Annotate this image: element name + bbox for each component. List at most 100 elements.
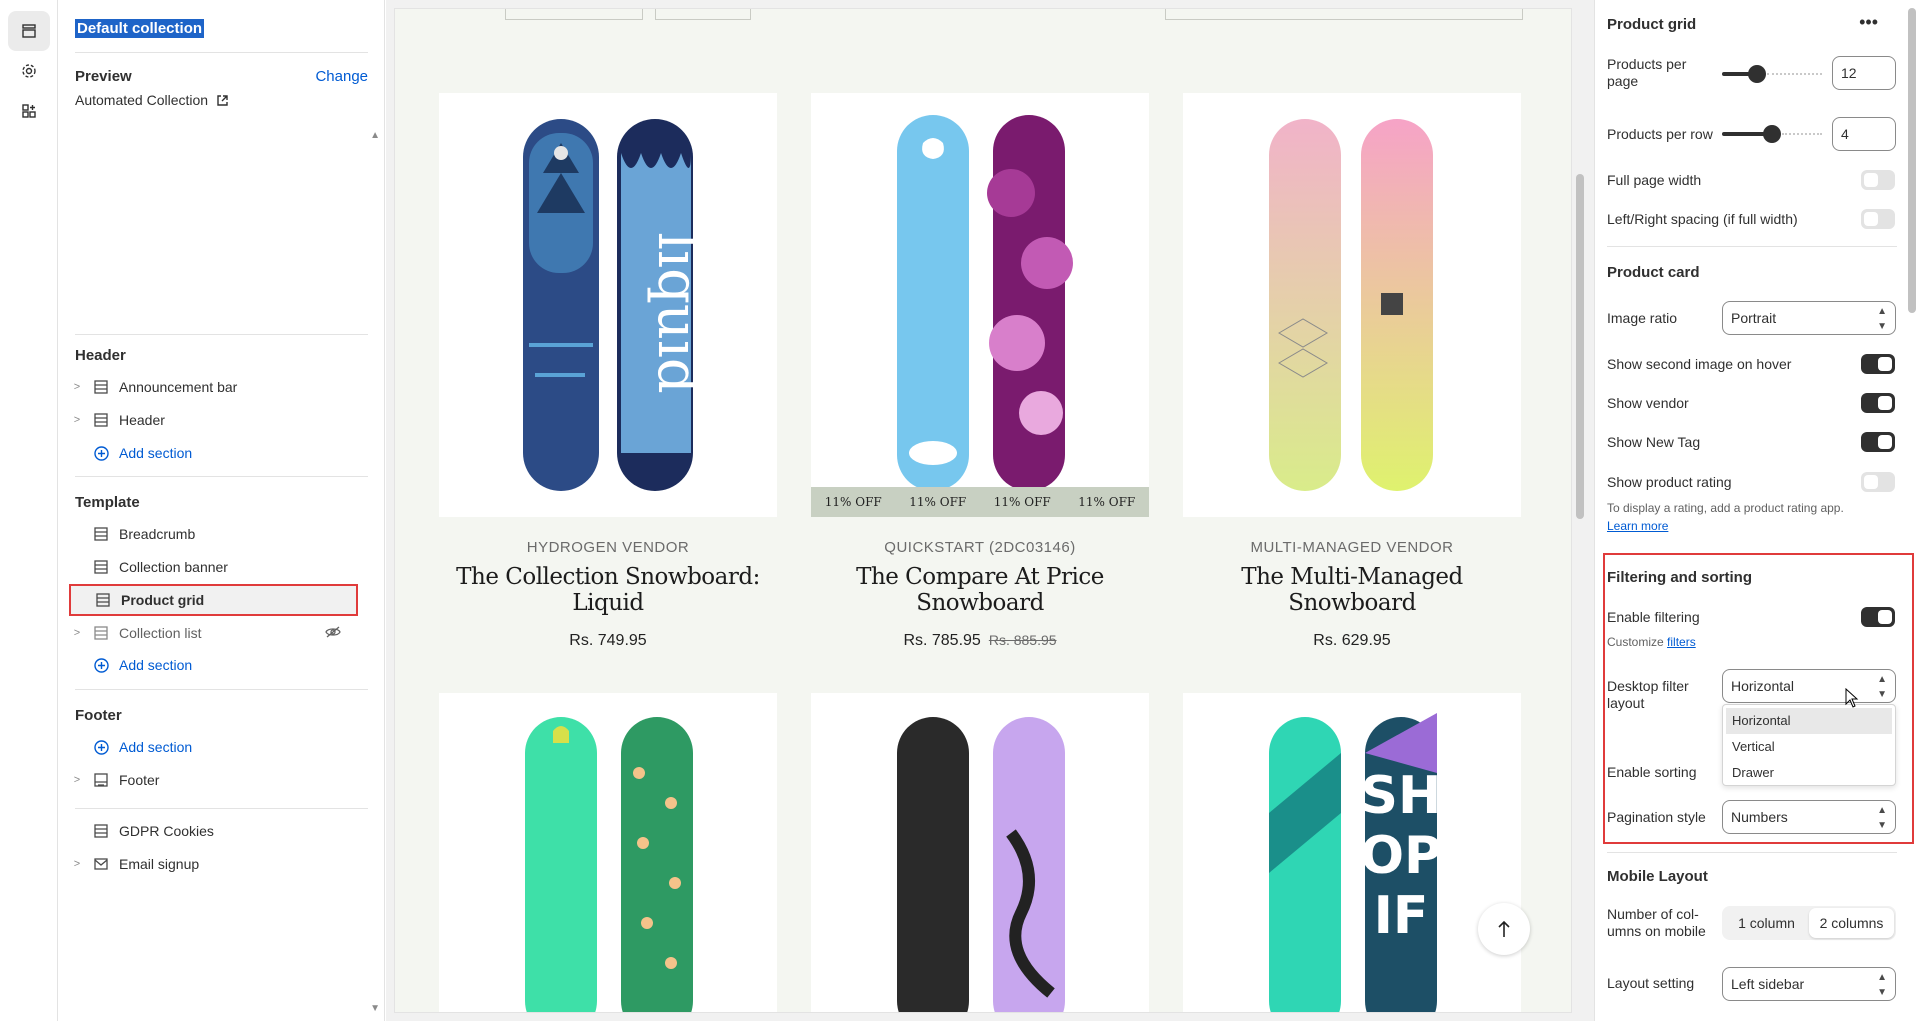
tree-item-breadcrumb[interactable]: Breadcrumb xyxy=(69,520,361,548)
section-icon xyxy=(89,626,113,640)
scroll-up-arrow-icon[interactable]: ▲ xyxy=(370,130,380,141)
product-price: Rs. 785.95 Rs. 885.95 xyxy=(811,632,1149,650)
product-image[interactable]: 11% OFF 11% OFF 11% OFF 11% OFF xyxy=(811,93,1149,517)
product-title[interactable]: The Compare At Price Snowboard xyxy=(811,564,1149,616)
new-tag-toggle[interactable] xyxy=(1861,432,1895,452)
slider-handle[interactable] xyxy=(1763,125,1781,143)
product-card[interactable] xyxy=(439,693,777,1012)
add-section-label: Add section xyxy=(119,739,193,755)
full-page-width-toggle[interactable] xyxy=(1861,170,1895,190)
pagination-select[interactable]: Numbers ▲ ▼ xyxy=(1722,800,1896,834)
settings-scrollbar[interactable] xyxy=(1906,8,1918,1008)
dropdown-option-horizontal[interactable]: Horizontal xyxy=(1726,708,1892,734)
show-vendor-toggle[interactable] xyxy=(1861,393,1895,413)
image-ratio-select[interactable]: Portrait ▲ ▼ xyxy=(1722,301,1896,335)
svg-text:IF: IF xyxy=(1374,886,1429,946)
tree-item-footer[interactable]: > Footer xyxy=(69,766,361,794)
preview-scrollbar-thumb[interactable] xyxy=(1576,174,1584,519)
select-value: Left sidebar xyxy=(1731,976,1805,992)
scroll-down-arrow-icon[interactable]: ▼ xyxy=(370,1003,380,1014)
second-image-toggle[interactable] xyxy=(1861,354,1895,374)
preview-scrollbar[interactable] xyxy=(1574,14,1586,1008)
chevron-right-icon[interactable]: > xyxy=(69,414,85,426)
product-card[interactable]: MULTI-MANAGED VENDOR The Multi-Managed S… xyxy=(1183,93,1521,650)
product-card[interactable]: liquid HYDROGEN VENDOR The Collection Sn… xyxy=(439,93,777,650)
learn-more-link[interactable]: Learn more xyxy=(1607,519,1668,533)
tree-item-label: Announcement bar xyxy=(119,379,238,395)
panel-title: Product grid xyxy=(1607,16,1697,33)
products-per-page-input[interactable]: 12 xyxy=(1832,56,1896,90)
add-section-template-button[interactable]: Add section xyxy=(69,651,361,679)
settings-gear-icon[interactable] xyxy=(8,51,50,91)
rating-toggle[interactable] xyxy=(1861,472,1895,492)
product-card[interactable]: 11% OFF 11% OFF 11% OFF 11% OFF QUICKSTA… xyxy=(811,93,1149,650)
filter-pill[interactable] xyxy=(505,9,643,20)
template-group-label: Template xyxy=(75,494,140,511)
product-title[interactable]: The Multi-Managed Snowboard xyxy=(1183,564,1521,616)
discount-badge: 11% OFF xyxy=(1078,495,1136,509)
apps-icon[interactable] xyxy=(8,91,50,131)
change-preview-link[interactable]: Change xyxy=(315,68,368,85)
arrow-up-icon xyxy=(1498,920,1510,937)
add-section-header-button[interactable]: Add section xyxy=(69,439,361,467)
settings-panel: Product grid ••• Products per page 12 Pr… xyxy=(1594,0,1920,1021)
product-image[interactable] xyxy=(439,693,777,1012)
mobile-layout-section-title: Mobile Layout xyxy=(1607,868,1708,885)
enable-filtering-toggle[interactable] xyxy=(1861,607,1895,627)
external-link-icon[interactable] xyxy=(216,94,229,107)
full-page-width-row: Full page width xyxy=(1607,170,1895,190)
divider xyxy=(1607,852,1897,853)
products-per-row-slider[interactable] xyxy=(1722,125,1822,143)
dropdown-option-vertical[interactable]: Vertical xyxy=(1726,734,1892,760)
chevron-right-icon[interactable]: > xyxy=(69,858,85,870)
two-columns-option[interactable]: 2 columns xyxy=(1809,908,1894,938)
more-options-icon[interactable]: ••• xyxy=(1859,12,1878,33)
scroll-to-top-button[interactable] xyxy=(1478,903,1530,955)
collection-title: Default collection xyxy=(75,19,205,38)
slider-handle[interactable] xyxy=(1748,65,1766,83)
eye-hidden-icon[interactable] xyxy=(325,625,341,641)
section-icon xyxy=(89,527,113,541)
filter-pill[interactable] xyxy=(655,9,751,20)
tree-item-email-signup[interactable]: > Email signup xyxy=(69,850,361,878)
product-image[interactable] xyxy=(1183,93,1521,517)
lr-spacing-toggle[interactable] xyxy=(1861,209,1895,229)
product-image[interactable]: SH OP IF xyxy=(1183,693,1521,1012)
rating-row: Show product rating xyxy=(1607,472,1895,492)
chevron-right-icon[interactable]: > xyxy=(69,381,85,393)
tree-item-gdpr-cookies[interactable]: GDPR Cookies xyxy=(69,817,361,845)
product-image[interactable]: liquid xyxy=(439,93,777,517)
desktop-filter-select[interactable]: Horizontal ▲ ▼ xyxy=(1722,669,1896,703)
one-column-option[interactable]: 1 column xyxy=(1724,908,1809,938)
tree-item-product-grid[interactable]: Product grid xyxy=(69,584,358,616)
product-card[interactable] xyxy=(811,693,1149,1012)
show-vendor-row: Show vendor xyxy=(1607,393,1895,413)
chevron-right-icon[interactable]: > xyxy=(69,627,85,639)
product-card-section-title: Product card xyxy=(1607,264,1700,281)
settings-scrollbar-thumb[interactable] xyxy=(1908,8,1916,313)
tree-item-header[interactable]: > Header xyxy=(69,406,361,434)
product-image[interactable] xyxy=(811,693,1149,1012)
discount-badge: 11% OFF xyxy=(993,495,1051,509)
tree-item-collection-banner[interactable]: Collection banner xyxy=(69,553,361,581)
sections-icon[interactable] xyxy=(8,11,50,51)
tree-item-announcement-bar[interactable]: > Announcement bar xyxy=(69,373,361,401)
products-per-row-input[interactable]: 4 xyxy=(1832,117,1896,151)
chevron-right-icon[interactable]: > xyxy=(69,774,85,786)
sort-pill[interactable] xyxy=(1165,9,1523,20)
product-title[interactable]: The Collection Snowboard: Liquid xyxy=(439,564,777,616)
mouse-cursor-icon xyxy=(1845,688,1859,708)
add-section-footer-button[interactable]: Add section xyxy=(69,733,361,761)
dropdown-option-drawer[interactable]: Drawer xyxy=(1726,760,1892,786)
tree-item-collection-list[interactable]: > Collection list xyxy=(69,619,361,647)
preview-canvas: liquid HYDROGEN VENDOR The Collection Sn… xyxy=(386,0,1594,1021)
customize-filters-text: Customize filters xyxy=(1607,633,1897,651)
filters-link[interactable]: filters xyxy=(1667,635,1696,649)
divider xyxy=(75,476,368,477)
layout-setting-select[interactable]: Left sidebar ▲ ▼ xyxy=(1722,967,1896,1001)
section-icon xyxy=(89,560,113,574)
products-per-page-slider[interactable] xyxy=(1722,65,1822,83)
divider xyxy=(1607,246,1897,247)
setting-label: Desktop filter layout xyxy=(1607,678,1689,711)
product-card[interactable]: SH OP IF xyxy=(1183,693,1521,1012)
